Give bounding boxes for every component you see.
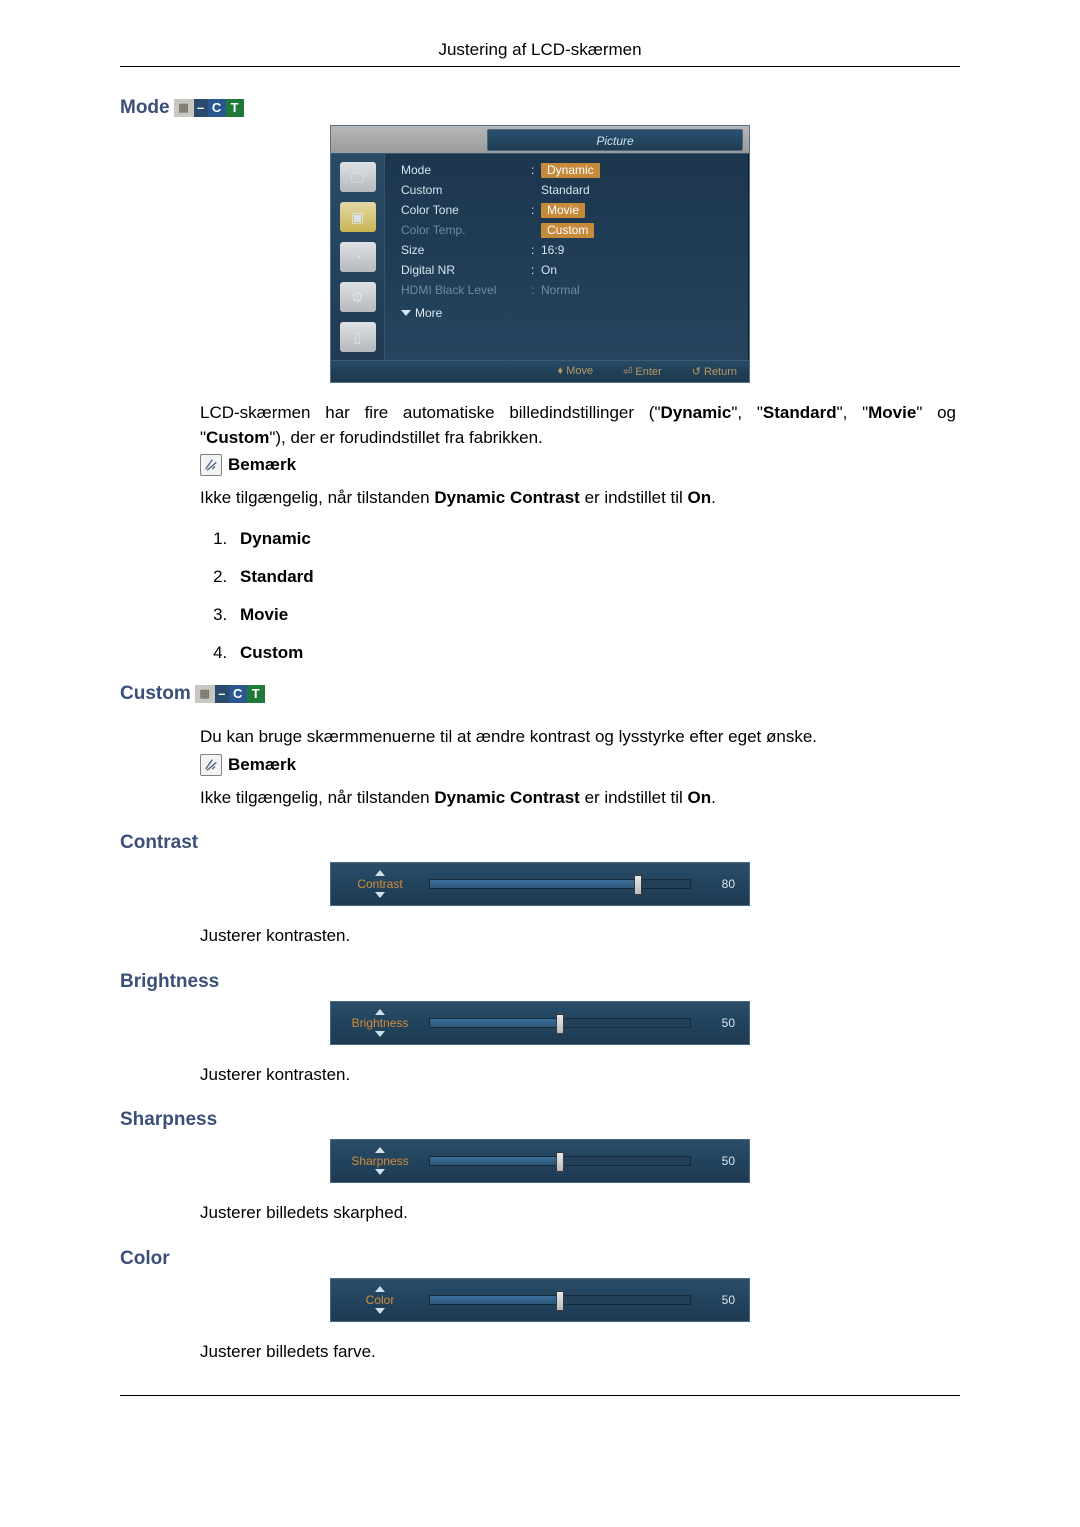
osd-title: Picture xyxy=(487,129,743,151)
osd-item-label: Custom xyxy=(401,183,531,197)
picture-icon: ▣ xyxy=(340,202,376,232)
slider-value: 50 xyxy=(705,1154,735,1168)
osd-item-label: Color Tone xyxy=(401,203,531,217)
slider-label: Contrast xyxy=(357,877,402,891)
arrow-down-icon xyxy=(375,1031,385,1037)
color-desc: Justerer billedets farve. xyxy=(200,1340,956,1365)
section-title-contrast: Contrast xyxy=(120,832,960,854)
custom-paragraph: Du kan bruge skærmmenuerne til at ændre … xyxy=(200,725,956,750)
osd-item-value: Normal xyxy=(541,283,739,297)
slider-track xyxy=(429,879,691,889)
input-badges: ▦ – C T xyxy=(195,685,265,703)
slider-contrast: Contrast 80 xyxy=(330,862,750,906)
osd-item-value: Movie xyxy=(541,203,585,218)
slider-thumb xyxy=(556,1152,564,1172)
note-label: Bemærk xyxy=(228,455,296,475)
section-title-label: Mode xyxy=(120,97,170,119)
slider-brightness: Brightness 50 xyxy=(330,1001,750,1045)
monitor-icon: 🖵 xyxy=(340,162,376,192)
osd-picture-menu: Picture 🖵 ▣ ◔ ⚙ ▯ Mode:Dynamic CustomSta… xyxy=(330,125,750,383)
arrow-down-icon xyxy=(375,1308,385,1314)
slider-track xyxy=(429,1295,691,1305)
osd-list: Mode:Dynamic CustomStandard Color Tone:M… xyxy=(385,154,749,360)
slider-label: Color xyxy=(366,1293,395,1307)
osd-item-value: Dynamic xyxy=(541,163,600,178)
osd-footer: ♦ Move ⏎ Enter ↺ Return xyxy=(331,360,749,382)
section-title-mode: Mode ▦ – C T xyxy=(120,97,960,119)
brightness-desc: Justerer kontrasten. xyxy=(200,1063,956,1088)
osd-item-value: Custom xyxy=(541,223,594,238)
slider-label: Sharpness xyxy=(351,1154,408,1168)
badge-pic-icon: ▦ xyxy=(174,99,194,117)
custom-note-text: Ikke tilgængelig, når tilstanden Dynamic… xyxy=(200,786,956,811)
section-title-custom: Custom ▦ – C T xyxy=(120,683,960,705)
osd-item-value: 16:9 xyxy=(541,243,739,257)
badge-dash-icon: – xyxy=(194,99,208,117)
mode-paragraph: LCD-skærmen har fire automatiske billedi… xyxy=(200,401,956,450)
list-item: Standard xyxy=(232,567,960,587)
list-item: Movie xyxy=(232,605,960,625)
slider-value: 50 xyxy=(705,1016,735,1030)
note-label: Bemærk xyxy=(228,755,296,775)
slider-track xyxy=(429,1156,691,1166)
arrow-up-icon xyxy=(375,870,385,876)
osd-item-label: HDMI Black Level xyxy=(401,283,531,297)
slider-value: 80 xyxy=(705,877,735,891)
gear-icon: ⚙ xyxy=(340,282,376,312)
slider-sharpness: Sharpness 50 xyxy=(330,1139,750,1183)
sharpness-desc: Justerer billedets skarphed. xyxy=(200,1201,956,1226)
mode-note-text: Ikke tilgængelig, når tilstanden Dynamic… xyxy=(200,486,956,511)
section-title-label: Custom xyxy=(120,683,191,705)
contrast-desc: Justerer kontrasten. xyxy=(200,924,956,949)
osd-item-value: On xyxy=(541,263,739,277)
osd-item-label: Digital NR xyxy=(401,263,531,277)
badge-c-icon: C xyxy=(208,99,226,117)
osd-item-label: Size xyxy=(401,243,531,257)
osd-sidebar: 🖵 ▣ ◔ ⚙ ▯ xyxy=(331,154,385,360)
arrow-down-icon xyxy=(375,1169,385,1175)
slider-label: Brightness xyxy=(352,1016,409,1030)
arrow-up-icon xyxy=(375,1147,385,1153)
osd-more: More xyxy=(401,306,739,320)
badge-t-icon: T xyxy=(247,685,265,703)
slider-thumb xyxy=(556,1291,564,1311)
list-item: Custom xyxy=(232,643,960,663)
osd-item-label: Color Temp. xyxy=(401,223,531,237)
mode-list: Dynamic Standard Movie Custom xyxy=(232,529,960,663)
osd-item-label: Mode xyxy=(401,163,531,177)
note-icon xyxy=(200,754,222,776)
badge-c-icon: C xyxy=(229,685,247,703)
section-title-brightness: Brightness xyxy=(120,971,960,993)
osd-item-value: Standard xyxy=(541,183,739,197)
slider-thumb xyxy=(634,875,642,895)
badge-t-icon: T xyxy=(226,99,244,117)
input-badges: ▦ – C T xyxy=(174,99,244,117)
arrow-up-icon xyxy=(375,1286,385,1292)
section-title-sharpness: Sharpness xyxy=(120,1109,960,1131)
badge-dash-icon: – xyxy=(215,685,229,703)
slider-track xyxy=(429,1018,691,1028)
input-icon: ▯ xyxy=(340,322,376,352)
chevron-down-icon xyxy=(401,310,411,316)
footer-rule xyxy=(120,1395,960,1396)
note-icon xyxy=(200,454,222,476)
page-header: Justering af LCD-skærmen xyxy=(120,40,960,67)
arrow-up-icon xyxy=(375,1009,385,1015)
arrow-down-icon xyxy=(375,892,385,898)
section-title-color: Color xyxy=(120,1248,960,1270)
slider-value: 50 xyxy=(705,1293,735,1307)
clock-icon: ◔ xyxy=(340,242,376,272)
slider-thumb xyxy=(556,1014,564,1034)
list-item: Dynamic xyxy=(232,529,960,549)
badge-pic-icon: ▦ xyxy=(195,685,215,703)
slider-color: Color 50 xyxy=(330,1278,750,1322)
